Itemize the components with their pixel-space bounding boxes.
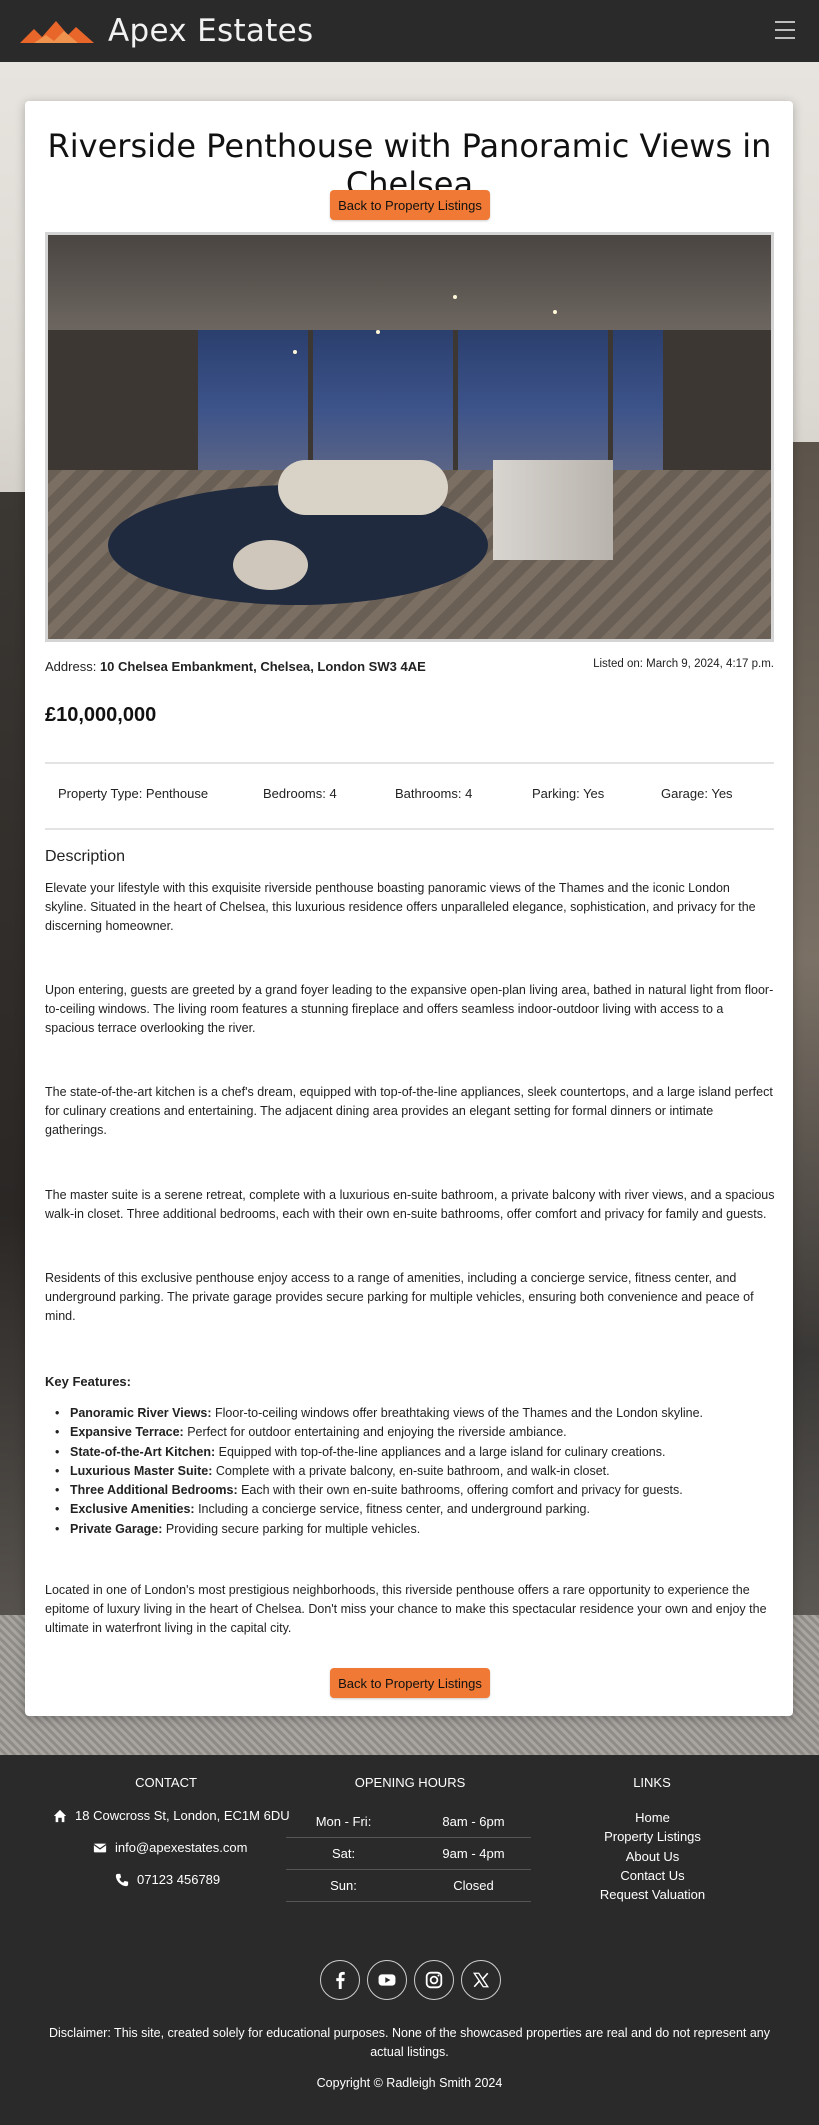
youtube-icon[interactable] [367,1960,407,2000]
list-item: State-of-the-Art Kitchen: Equipped with … [55,1443,770,1463]
facebook-icon[interactable] [320,1960,360,2000]
logo[interactable]: Apex Estates [20,13,313,49]
bedrooms: Bedrooms: 4 [263,786,337,801]
list-item: Exclusive Amenities: Including a concier… [55,1500,770,1520]
description-paragraph: Residents of this exclusive penthouse en… [45,1271,754,1323]
key-features-list: Panoramic River Views: Floor-to-ceiling … [55,1404,770,1540]
divider [45,762,774,764]
hours-day: Mon - Fri: [315,1814,372,1829]
contact-address: 18 Cowcross St, London, EC1M 6DU [53,1808,290,1823]
back-to-listings-button[interactable]: Back to Property Listings [330,1668,490,1698]
social-links [320,1960,508,2000]
disclaimer: Disclaimer: This site, created solely fo… [49,2026,770,2059]
link-contact-us[interactable]: Contact Us [570,1866,735,1885]
contact-phone[interactable]: 07123 456789 [115,1872,220,1887]
hours-row: Sat: 9am - 4pm [286,1838,531,1870]
list-item: Panoramic River Views: Floor-to-ceiling … [55,1404,770,1424]
mountain-logo-icon [20,21,94,43]
link-home[interactable]: Home [570,1808,735,1827]
link-property-listings[interactable]: Property Listings [570,1827,735,1846]
hours-row: Sun: Closed [286,1870,531,1902]
envelope-icon [93,1843,107,1852]
phone-icon [115,1873,129,1886]
contact-email[interactable]: info@apexestates.com [93,1840,247,1855]
links-heading: LINKS [633,1775,671,1790]
hamburger-menu-icon[interactable] [775,21,795,39]
hours-time: Closed [453,1878,494,1893]
description-paragraph: Upon entering, guests are greeted by a g… [45,983,774,1035]
hours-day: Sat: [331,1846,356,1861]
hours-time: 9am - 4pm [442,1846,505,1861]
site-header: Apex Estates [0,0,819,62]
list-item: Expansive Terrace: Perfect for outdoor e… [55,1423,770,1443]
property-features: Property Type: Penthouse Bedrooms: 4 Bat… [45,782,774,808]
list-item: Private Garage: Providing secure parking… [55,1520,770,1540]
garage: Garage: Yes [661,786,733,801]
property-address: Address: 10 Chelsea Embankment, Chelsea,… [45,659,426,674]
description-paragraph: Elevate your lifestyle with this exquisi… [45,881,756,933]
property-price: £10,000,000 [45,704,157,726]
instagram-icon[interactable] [414,1960,454,2000]
description-paragraph: Located in one of London's most prestigi… [45,1583,767,1635]
description-paragraph: The master suite is a serene retreat, co… [45,1188,775,1221]
hours-day: Sun: [330,1878,357,1893]
key-features-heading: Key Features: [45,1374,131,1389]
link-request-valuation[interactable]: Request Valuation [570,1885,735,1904]
bathrooms: Bathrooms: 4 [395,786,473,801]
hours-row: Mon - Fri: 8am - 6pm [286,1806,531,1838]
divider [45,828,774,830]
footer-links: Home Property Listings About Us Contact … [570,1808,735,1904]
description-paragraph: The state-of-the-art kitchen is a chef's… [45,1085,773,1137]
hours-heading: OPENING HOURS [354,1775,466,1790]
brand-name: Apex Estates [108,13,314,49]
property-type: Property Type: Penthouse [58,786,209,801]
parking: Parking: Yes [532,786,605,801]
x-icon[interactable] [461,1960,501,2000]
contact-heading: CONTACT [135,1775,197,1790]
list-item: Three Additional Bedrooms: Each with the… [55,1481,770,1501]
hours-time: 8am - 6pm [442,1814,505,1829]
site-footer: CONTACT OPENING HOURS LINKS 18 Cowcross … [0,1755,819,2125]
home-icon [53,1809,67,1822]
list-item: Luxurious Master Suite: Complete with a … [55,1462,770,1482]
back-to-listings-button[interactable]: Back to Property Listings [330,190,490,220]
listed-date: Listed on: March 9, 2024, 4:17 p.m. [593,658,774,670]
description-heading: Description [45,848,126,865]
copyright: Copyright © Radleigh Smith 2024 [316,2076,503,2090]
link-about-us[interactable]: About Us [570,1847,735,1866]
property-photo [45,232,774,642]
